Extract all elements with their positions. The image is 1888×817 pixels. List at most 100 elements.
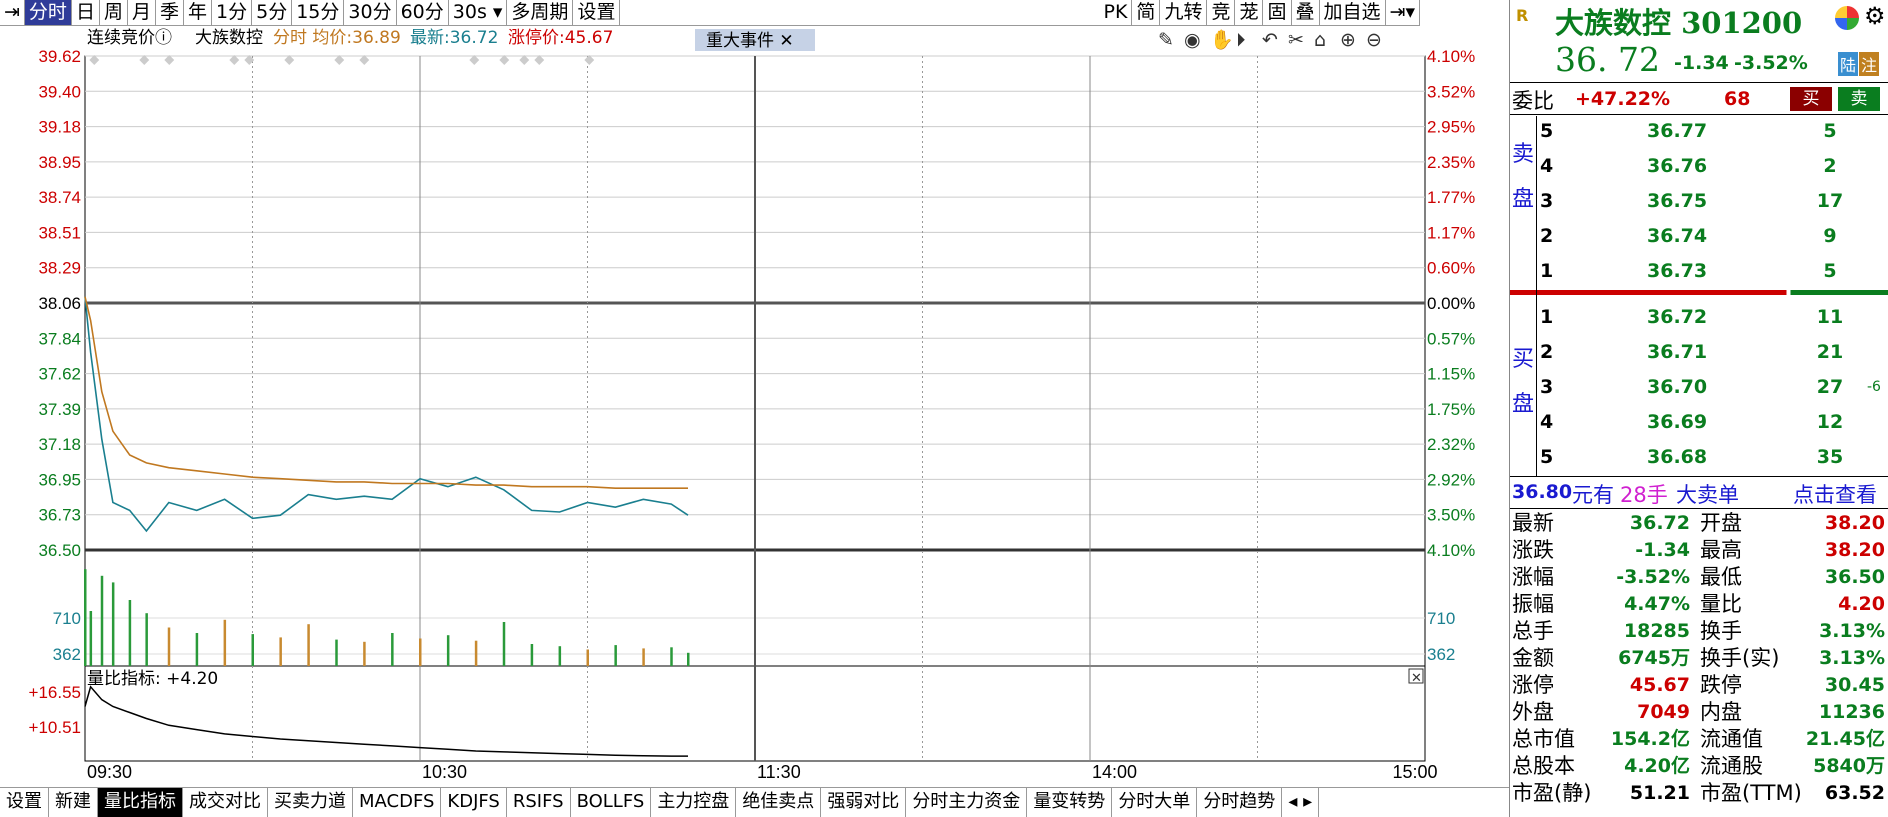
indicator-tab[interactable]: KDJFS (441, 788, 507, 817)
indicator-tab[interactable]: 主力控盘 (651, 788, 737, 817)
level-index: 5 (1540, 446, 1554, 468)
info-value-2: 38.20 (1824, 512, 1885, 534)
volume-bar (670, 647, 673, 666)
price-tick-label: 36.73 (38, 506, 81, 525)
price-tick-label: 38.95 (38, 153, 81, 172)
period-tab[interactable]: 月 (128, 0, 156, 25)
tool-button[interactable]: 九转 (1160, 0, 1208, 25)
level-price[interactable]: 36.72 (1647, 306, 1707, 328)
indicator-tab[interactable]: 量比指标 (98, 788, 183, 817)
toggle-sidebar-icon[interactable]: ⇥ (0, 0, 25, 25)
info-value-2: 11236 (1818, 701, 1885, 723)
info-value-2: 63.52 (1824, 782, 1885, 804)
period-tab[interactable]: 季 (156, 0, 184, 25)
period-tab[interactable]: 1分 (212, 0, 253, 25)
indicator-tab[interactable]: 强弱对比 (821, 788, 907, 817)
buy-button[interactable]: 买 (1790, 87, 1832, 111)
tool-button[interactable]: 茏 (1235, 0, 1264, 25)
level-index: 3 (1540, 190, 1554, 212)
bigorder-unit: 元有 (1572, 483, 1614, 507)
level-volume: 27 (1816, 376, 1844, 398)
level-price[interactable]: 36.69 (1647, 411, 1707, 433)
legend-limit: 涨停价:45.67 (508, 28, 613, 48)
bigorder-link[interactable]: 点击查看 (1793, 479, 1877, 509)
level-price[interactable]: 36.68 (1647, 446, 1707, 468)
period-tab[interactable]: 分时 (24, 0, 72, 25)
pct-tick-label: 2.32% (1427, 435, 1475, 454)
period-tab[interactable]: 60分 (397, 0, 449, 25)
price-line (84, 296, 689, 533)
palette-icon[interactable] (1835, 6, 1859, 30)
period-tab[interactable]: 15分 (292, 0, 345, 25)
indicator-tab[interactable]: 买卖力道 (268, 788, 353, 817)
period-tab[interactable]: 日 (72, 0, 100, 25)
period-tab[interactable]: 年 (184, 0, 213, 25)
pct-tick-label: 3.50% (1427, 506, 1475, 525)
volume-bar (100, 575, 104, 666)
level-volume: 35 (1816, 446, 1844, 468)
info-label: 涨停 (1512, 673, 1554, 697)
tool-button[interactable]: 简 (1132, 0, 1161, 25)
indicator-tab[interactable]: 分时主力资金 (906, 788, 1028, 817)
intraday-chart[interactable]: 39.62 4.10% 39.40 3.52% 39.18 2.95% 38.95 2.35%… (0, 26, 1510, 778)
indicator-tab[interactable]: 量变转势 (1027, 788, 1113, 817)
level-index: 2 (1540, 225, 1554, 247)
period-tab[interactable]: 周 (100, 0, 128, 25)
level-price[interactable]: 36.74 (1647, 225, 1707, 247)
gear-icon[interactable]: ⚙ (1864, 2, 1886, 30)
indicator-tab[interactable]: 新建 (49, 788, 98, 817)
pct-tick-label: 4.10% (1427, 541, 1475, 560)
level-volume: 12 (1816, 411, 1844, 433)
level-price[interactable]: 36.73 (1647, 260, 1707, 282)
info-value: 7049 (1637, 701, 1690, 723)
event-marker (359, 55, 370, 65)
scroll-arrows-icon[interactable]: ◂ ▸ (1282, 788, 1320, 817)
info-value-2: 5840万 (1813, 755, 1885, 777)
collapse-icon[interactable]: ⇥▾ (1386, 0, 1420, 25)
level-price[interactable]: 36.76 (1647, 155, 1707, 177)
stock-name[interactable]: 大族数控 301200 (1555, 0, 1802, 42)
info-value: -3.52% (1616, 566, 1690, 588)
price-tick-label: 39.40 (38, 82, 81, 101)
indicator-tab[interactable]: 分时大单 (1112, 788, 1198, 817)
level-price[interactable]: 36.75 (1647, 190, 1707, 212)
volume-bar (223, 619, 227, 666)
indicator-tab[interactable]: 绝佳卖点 (736, 788, 822, 817)
sell-side-label: 盘 (1512, 187, 1535, 212)
tool-button[interactable]: 叠 (1292, 0, 1320, 25)
indicator-tab[interactable]: 分时趋势 (1197, 788, 1283, 817)
indicator-tab[interactable]: 成交对比 (183, 788, 268, 817)
indicator-tab[interactable]: 设置 (0, 788, 49, 817)
pct-tick-label: 4.10% (1427, 47, 1475, 66)
level-price[interactable]: 36.77 (1647, 120, 1707, 142)
tool-button[interactable]: PK (1100, 0, 1133, 25)
level-volume: 9 (1823, 225, 1837, 247)
info-label-2: 跌停 (1700, 673, 1742, 697)
period-tab[interactable]: 多周期 (507, 0, 574, 25)
indicator-tab[interactable]: BOLLFS (571, 788, 652, 817)
volume-bar (446, 635, 450, 666)
indicator-tab[interactable]: MACDFS (353, 788, 442, 817)
level-price[interactable]: 36.71 (1647, 341, 1707, 363)
period-tab[interactable]: 设置 (573, 0, 621, 25)
order-book: 5 36.77 5 4 36.76 2 3 36.75 17 2 36.74 9 1 36.73 5 1 36.… (1510, 116, 1888, 476)
indicator-tab[interactable]: RSIFS (507, 788, 571, 817)
pct-tick-label: 0.00% (1427, 294, 1475, 313)
period-tab[interactable]: 30s ▾ (449, 0, 508, 25)
chart-tool-icon: ↶ (1262, 29, 1278, 51)
tool-button[interactable]: 固 (1263, 0, 1292, 25)
chart-tool-icon: ◉ (1184, 29, 1201, 51)
sell-button[interactable]: 卖 (1838, 87, 1880, 111)
level-price[interactable]: 36.70 (1647, 376, 1707, 398)
volume-bar (145, 613, 148, 666)
event-marker (284, 55, 295, 65)
info-value: 18285 (1623, 620, 1690, 642)
period-tab[interactable]: 30分 (344, 0, 397, 25)
info-label-2: 换手 (1700, 619, 1742, 643)
period-tab[interactable]: 5分 (252, 0, 293, 25)
volume-bar (307, 624, 310, 666)
tool-button[interactable]: 加自选 (1320, 0, 1386, 25)
level-index: 1 (1540, 306, 1554, 328)
tool-button[interactable]: 竞 (1207, 0, 1236, 25)
volume-bar (419, 638, 422, 666)
